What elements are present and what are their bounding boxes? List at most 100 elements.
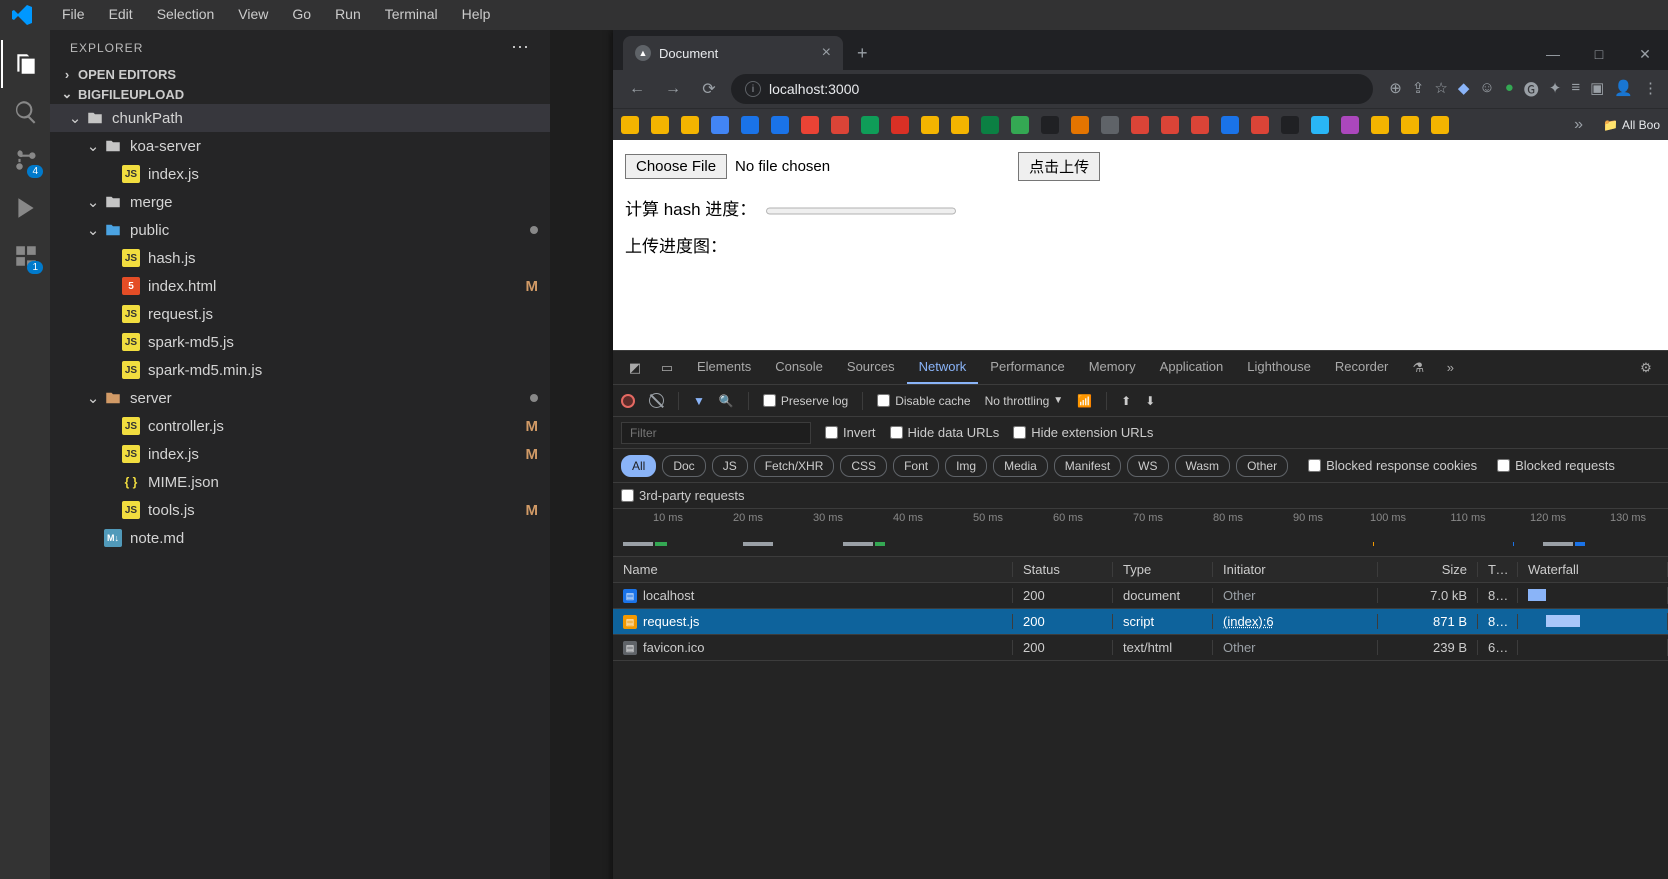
- type-filter-ws[interactable]: WS: [1127, 455, 1168, 477]
- share-icon[interactable]: ⇪: [1412, 79, 1425, 100]
- network-row[interactable]: ▤localhost200documentOther7.0 kB8 ...: [613, 583, 1668, 609]
- devtools-tab-recorder[interactable]: Recorder: [1323, 351, 1400, 384]
- project-section[interactable]: ⌄BIGFILEUPLOAD: [50, 84, 550, 104]
- bookmark-13[interactable]: [1011, 116, 1029, 134]
- preserve-log-checkbox[interactable]: Preserve log: [763, 394, 848, 408]
- window-minimize-icon[interactable]: —: [1530, 38, 1576, 70]
- nav-forward-icon[interactable]: →: [659, 75, 687, 103]
- bookmark-6[interactable]: [801, 116, 819, 134]
- col-initiator[interactable]: Initiator: [1213, 562, 1378, 577]
- bookmarks-overflow-icon[interactable]: »: [1574, 116, 1583, 134]
- file-controller.js[interactable]: JScontroller.jsM: [50, 412, 550, 440]
- menu-help[interactable]: Help: [450, 6, 503, 22]
- record-icon[interactable]: [621, 394, 635, 408]
- network-conditions-icon[interactable]: 📶: [1077, 394, 1092, 408]
- nav-back-icon[interactable]: ←: [623, 75, 651, 103]
- folder-koa-server[interactable]: ⌄koa-server: [50, 132, 550, 160]
- menu-file[interactable]: File: [50, 6, 97, 22]
- throttling-select[interactable]: No throttling▼: [985, 394, 1064, 408]
- window-close-icon[interactable]: ✕: [1622, 38, 1668, 70]
- devtools-tab-console[interactable]: Console: [763, 351, 835, 384]
- type-filter-manifest[interactable]: Manifest: [1054, 455, 1121, 477]
- hide-ext-urls-checkbox[interactable]: Hide extension URLs: [1013, 425, 1153, 440]
- bookmark-20[interactable]: [1221, 116, 1239, 134]
- col-size[interactable]: Size: [1378, 562, 1478, 577]
- activity-search[interactable]: [1, 88, 49, 136]
- type-filter-font[interactable]: Font: [893, 455, 939, 477]
- network-timeline[interactable]: 10 ms20 ms30 ms40 ms50 ms60 ms70 ms80 ms…: [613, 509, 1668, 557]
- bookmark-22[interactable]: [1281, 116, 1299, 134]
- col-type[interactable]: Type: [1113, 562, 1213, 577]
- choose-file-button[interactable]: Choose File: [625, 154, 727, 179]
- col-name[interactable]: Name: [613, 562, 1013, 577]
- type-filter-media[interactable]: Media: [993, 455, 1048, 477]
- file-tools.js[interactable]: JStools.jsM: [50, 496, 550, 524]
- folder-chunkPath[interactable]: ⌄chunkPath: [50, 104, 550, 132]
- bookmark-2[interactable]: [681, 116, 699, 134]
- bookmark-23[interactable]: [1311, 116, 1329, 134]
- browser-tab[interactable]: ▲ Document ×: [623, 36, 843, 70]
- devtools-settings-icon[interactable]: ⚙: [1632, 354, 1660, 382]
- new-tab-button[interactable]: +: [857, 43, 868, 64]
- open-editors-section[interactable]: ›OPEN EDITORS: [50, 65, 550, 84]
- col-waterfall[interactable]: Waterfall: [1518, 562, 1668, 577]
- menu-run[interactable]: Run: [323, 6, 373, 22]
- type-filter-img[interactable]: Img: [945, 455, 987, 477]
- file-hash.js[interactable]: JShash.js: [50, 244, 550, 272]
- menu-go[interactable]: Go: [280, 6, 323, 22]
- file-index.js[interactable]: JSindex.jsM: [50, 440, 550, 468]
- type-filter-other[interactable]: Other: [1236, 455, 1288, 477]
- file-index.js[interactable]: JSindex.js: [50, 160, 550, 188]
- col-status[interactable]: Status: [1013, 562, 1113, 577]
- type-filter-doc[interactable]: Doc: [662, 455, 705, 477]
- type-filter-js[interactable]: JS: [712, 455, 748, 477]
- bookmark-15[interactable]: [1071, 116, 1089, 134]
- menu-selection[interactable]: Selection: [145, 6, 227, 22]
- devtools-tab-network[interactable]: Network: [907, 351, 979, 384]
- ext-1-icon[interactable]: ◆: [1458, 79, 1470, 100]
- search-icon[interactable]: 🔍: [719, 394, 734, 408]
- bookmark-26[interactable]: [1401, 116, 1419, 134]
- all-bookmarks[interactable]: 📁All Boo: [1603, 118, 1660, 132]
- blocked_cookies-checkbox[interactable]: Blocked response cookies: [1308, 458, 1477, 473]
- file-note.md[interactable]: M↓note.md: [50, 524, 550, 552]
- activity-debug[interactable]: [1, 184, 49, 232]
- bookmark-3[interactable]: [711, 116, 729, 134]
- menu-edit[interactable]: Edit: [97, 6, 145, 22]
- bookmark-12[interactable]: [981, 116, 999, 134]
- nav-reload-icon[interactable]: ⟳: [695, 75, 723, 103]
- explorer-more-icon[interactable]: ⋯: [511, 37, 530, 58]
- filter-input[interactable]: [621, 422, 811, 444]
- type-filter-all[interactable]: All: [621, 455, 656, 477]
- hide-data-urls-checkbox[interactable]: Hide data URLs: [890, 425, 1000, 440]
- bookmark-7[interactable]: [831, 116, 849, 134]
- upload-button[interactable]: 点击上传: [1018, 152, 1100, 181]
- window-maximize-icon[interactable]: □: [1576, 38, 1622, 70]
- type-filter-css[interactable]: CSS: [840, 455, 887, 477]
- bookmark-27[interactable]: [1431, 116, 1449, 134]
- devtools-tab-application[interactable]: Application: [1148, 351, 1236, 384]
- devtools-tab-sources[interactable]: Sources: [835, 351, 907, 384]
- bookmark-17[interactable]: [1131, 116, 1149, 134]
- file-index.html[interactable]: 5index.htmlM: [50, 272, 550, 300]
- devtools-tab-performance[interactable]: Performance: [978, 351, 1076, 384]
- blocked_req-checkbox[interactable]: Blocked requests: [1497, 458, 1615, 473]
- bookmark-24[interactable]: [1341, 116, 1359, 134]
- col-ti...[interactable]: Ti...: [1478, 562, 1518, 577]
- bookmark-star-icon[interactable]: ☆: [1434, 79, 1447, 100]
- activity-explorer[interactable]: [1, 40, 49, 88]
- bookmark-14[interactable]: [1041, 116, 1059, 134]
- bookmark-1[interactable]: [651, 116, 669, 134]
- ext-3-icon[interactable]: ●: [1505, 79, 1514, 100]
- reading-list-icon[interactable]: ≡: [1571, 79, 1580, 100]
- type-filter-fetch-xhr[interactable]: Fetch/XHR: [754, 455, 835, 477]
- bookmark-0[interactable]: [621, 116, 639, 134]
- file-MIME.json[interactable]: { }MIME.json: [50, 468, 550, 496]
- menu-view[interactable]: View: [226, 6, 280, 22]
- zoom-icon[interactable]: ⊕: [1389, 79, 1402, 100]
- activity-extensions[interactable]: 1: [1, 232, 49, 280]
- bookmark-9[interactable]: [891, 116, 909, 134]
- import-har-icon[interactable]: ⬆: [1121, 394, 1131, 408]
- side-panel-icon[interactable]: ▣: [1590, 79, 1604, 100]
- bookmark-16[interactable]: [1101, 116, 1119, 134]
